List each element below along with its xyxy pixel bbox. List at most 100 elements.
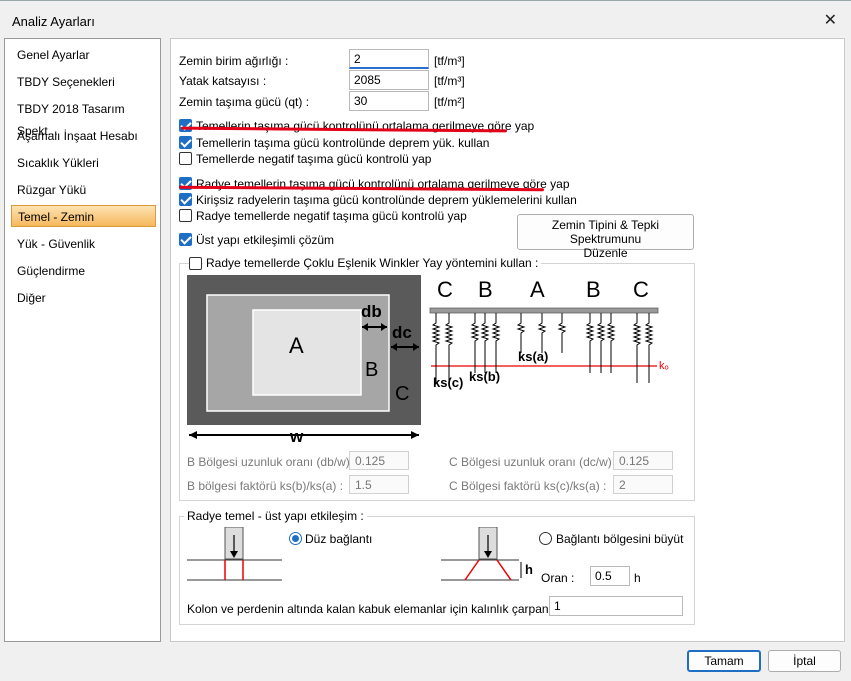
sidebar-item-genel-ayarlar[interactable]: Genel Ayarlar xyxy=(11,44,156,66)
w-label: w xyxy=(289,427,304,443)
spring-11 xyxy=(606,313,616,373)
interaction-title: Radye temel - üst yapı etkileşim : xyxy=(184,509,367,523)
flat-connection-radio[interactable] xyxy=(289,532,302,545)
beam-rect xyxy=(429,307,659,314)
beamless-raft-check[interactable] xyxy=(179,193,192,206)
close-icon[interactable]: ✕ xyxy=(824,13,837,29)
beamless-raft-label: Kirişsiz radyelerin taşıma gücü kontrolü… xyxy=(196,193,577,207)
negative-label: Temellerde negatif taşıma gücü kontrolü … xyxy=(196,152,432,166)
cancel-button[interactable]: İptal xyxy=(768,650,841,672)
sidebar-item-tbdy-secenekleri[interactable]: TBDY Seçenekleri xyxy=(11,71,156,93)
sidebar-item-asamali-insaat[interactable]: Aşamalı İnşaat Hesabı xyxy=(11,125,156,147)
ratio-unit: h xyxy=(634,571,641,585)
ok-button[interactable]: Tamam xyxy=(687,650,761,672)
winkler-title: Radye temellerde Çoklu Eşlenik Winkler Y… xyxy=(203,256,542,270)
sidebar-item-ruzgar[interactable]: Rüzgar Yükü xyxy=(11,179,156,201)
ksa-label: ks(a) xyxy=(518,349,548,364)
thickness-label: Kolon ve perdenin altında kalan kabuk el… xyxy=(187,602,559,616)
spring-diagram: C B A B C ks(c) ks(b) ks(a) kₒ xyxy=(429,277,669,390)
bearing-unit: [tf/m²] xyxy=(434,95,465,109)
spectrum-button-line2: Düzenle xyxy=(583,246,628,260)
sidebar-item-guclendirme[interactable]: Güçlendirme xyxy=(11,260,156,282)
red-slope-right xyxy=(496,559,512,581)
settings-panel: Zemin birim ağırlığı : 2 [tf/m³] Yatak k… xyxy=(170,38,845,642)
ksc-label: ks(c) xyxy=(433,375,463,390)
w-arrowhead-left xyxy=(189,431,197,439)
spring-label-c1: C xyxy=(437,277,453,302)
bed-coef-input[interactable]: 2085 xyxy=(349,70,429,90)
winkler-check[interactable] xyxy=(189,257,202,270)
spring-12 xyxy=(632,313,642,383)
zone-b-label: B xyxy=(365,359,378,381)
enlarged-connection-radio[interactable] xyxy=(539,532,552,545)
spring-3 xyxy=(470,313,480,373)
ksb-label: ks(b) xyxy=(469,369,500,384)
unit-weight-label: Zemin birim ağırlığı : xyxy=(179,54,289,68)
sidebar-item-yuk-guvenlik[interactable]: Yük - Güvenlik xyxy=(11,233,156,255)
c-ratio-label: C Bölgesi uzunluk oranı (dc/w) : xyxy=(449,455,619,469)
spectrum-button-line1: Zemin Tipini & Tepki Spektrumunu xyxy=(551,218,660,246)
b-factor-input[interactable]: 1.5 xyxy=(349,475,409,494)
window-title: Analiz Ayarları xyxy=(12,14,95,29)
spring-8 xyxy=(557,313,567,353)
raft-negative-check[interactable] xyxy=(179,209,192,222)
c-ratio-input[interactable]: 0.125 xyxy=(613,451,673,470)
seismic-load-check[interactable] xyxy=(179,136,192,149)
superstructure-label: Üst yapı etkileşimli çözüm xyxy=(196,233,335,247)
title-bar: Analiz Ayarları ✕ xyxy=(0,0,851,38)
b-ratio-label: B Bölgesi uzunluk oranı (db/w) : xyxy=(187,455,357,469)
spring-6 xyxy=(516,313,526,353)
red-slope-left xyxy=(464,559,480,581)
bed-coef-label: Yatak katsayısı : xyxy=(179,74,267,88)
c-factor-label: C Bölgesi faktörü ks(c)/ks(a) : xyxy=(449,479,607,493)
raft-zones-diagram: A B C db dc w C B A B C ks(c) ks(b) ks(a… xyxy=(187,275,677,446)
enlarged-connection-label: Bağlantı bölgesini büyüt xyxy=(556,532,684,546)
dc-label: dc xyxy=(392,323,412,342)
seismic-load-label: Temellerin taşıma gücü kontrolünde depre… xyxy=(196,136,490,150)
c-factor-input[interactable]: 2 xyxy=(613,475,673,494)
flat-connection-label: Düz bağlantı xyxy=(305,532,373,546)
flat-connection-svg xyxy=(187,526,282,581)
raft-negative-label: Radye temellerde negatif taşıma gücü kon… xyxy=(196,209,467,223)
h-label: h xyxy=(525,562,533,577)
enlarged-connection-svg: h xyxy=(441,526,533,581)
zone-a-label: A xyxy=(289,333,304,358)
spring-2 xyxy=(444,313,454,383)
ko-label: kₒ xyxy=(659,360,669,372)
ratio-label: Oran : xyxy=(541,571,575,585)
sidebar-item-tbdy-2018[interactable]: TBDY 2018 Tasarım Spekt... xyxy=(11,98,156,138)
spring-13 xyxy=(644,313,654,383)
spring-label-a: A xyxy=(530,277,545,302)
flat-connection-diagram xyxy=(187,526,282,585)
spring-1 xyxy=(431,313,441,383)
spring-label-b1: B xyxy=(478,277,493,302)
avg-stress-check[interactable] xyxy=(179,119,192,132)
sidebar-item-sicaklik[interactable]: Sıcaklık Yükleri xyxy=(11,152,156,174)
spring-9 xyxy=(585,313,595,373)
bed-coef-unit: [tf/m³] xyxy=(434,74,465,88)
negative-check[interactable] xyxy=(179,152,192,165)
spectrum-button[interactable]: Zemin Tipini & Tepki Spektrumunu Düzenle xyxy=(517,214,694,260)
db-label: db xyxy=(361,302,382,321)
b-factor-label: B bölgesi faktörü ks(b)/ks(a) : xyxy=(187,479,344,493)
superstructure-check[interactable] xyxy=(179,233,192,246)
ratio-input[interactable]: 0.5 xyxy=(590,566,630,586)
zone-c-label: C xyxy=(395,383,409,405)
spring-10 xyxy=(596,313,606,373)
bearing-input[interactable]: 30 xyxy=(349,91,429,111)
sidebar-item-temel-zemin[interactable]: Temel - Zemin xyxy=(11,205,156,227)
raft-zones-svg: A B C db dc w C B A B C ks(c) ks(b) ks(a… xyxy=(187,275,669,446)
bearing-label: Zemin taşıma gücü (qt) : xyxy=(179,95,310,109)
unit-weight-unit: [tf/m³] xyxy=(434,54,465,68)
spring-5 xyxy=(491,313,501,373)
thickness-input[interactable]: 1 xyxy=(549,596,683,616)
sidebar-item-diger[interactable]: Diğer xyxy=(11,287,156,309)
enlarged-connection-diagram: h xyxy=(441,526,537,585)
b-ratio-input[interactable]: 0.125 xyxy=(349,451,409,470)
w-arrowhead-right xyxy=(411,431,419,439)
zone-a-rect xyxy=(252,309,362,396)
sidebar: Genel Ayarlar TBDY Seçenekleri TBDY 2018… xyxy=(4,38,161,642)
unit-weight-input[interactable]: 2 xyxy=(349,49,429,69)
spring-label-b2: B xyxy=(586,277,601,302)
spring-4 xyxy=(480,313,490,373)
